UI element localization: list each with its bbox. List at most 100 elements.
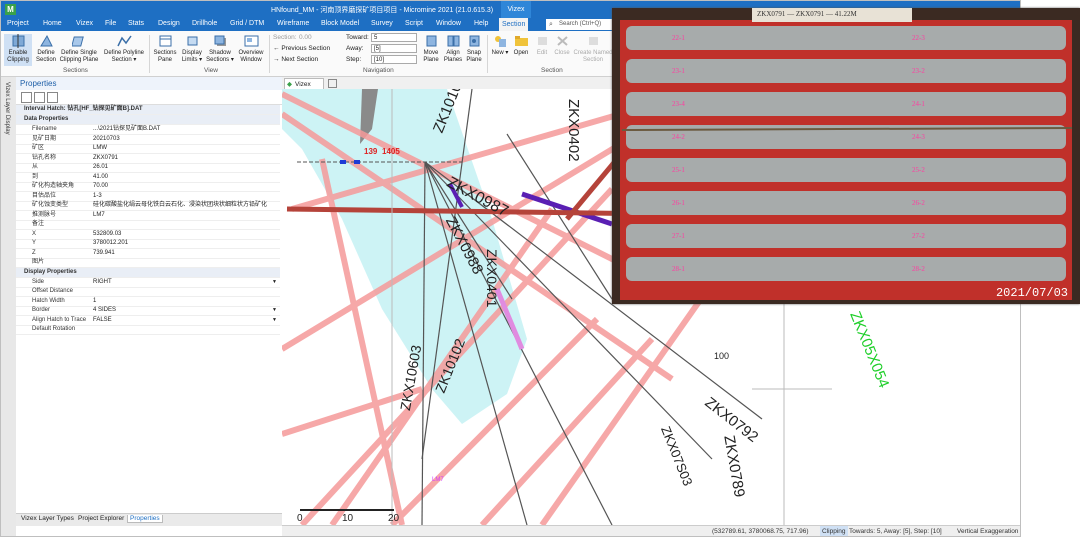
menu-survey[interactable]: Survey [371, 20, 393, 27]
property-value[interactable]: 1 [93, 297, 96, 306]
close-section-button[interactable]: Close [552, 34, 572, 57]
edit-section-button[interactable]: Edit [532, 34, 552, 57]
new-section-button[interactable]: New ▾ [490, 34, 510, 57]
tab-vizex-view[interactable]: ◆ Vizex [284, 78, 324, 89]
clipping-status[interactable]: Clipping [820, 526, 848, 536]
property-value[interactable]: LMW [93, 144, 107, 153]
core-tag: 26-1 [672, 199, 685, 207]
photo-date-stamp: 2021/07/03 [995, 286, 1068, 300]
property-value[interactable]: 26.01 [93, 163, 108, 172]
property-key: Align Hatch to Trace [32, 316, 87, 323]
property-value[interactable]: 532809.03 [93, 230, 121, 239]
data-properties-section[interactable]: Data Properties [16, 115, 280, 126]
property-value[interactable]: FALSE [93, 316, 112, 325]
tab-properties[interactable]: Properties [127, 515, 163, 523]
define-polyline-section-label: Define Polyline Section ▾ [103, 50, 145, 63]
step-input[interactable]: [10] [371, 55, 417, 64]
property-value[interactable]: ZKX0791 [93, 154, 118, 163]
chevron-down-icon[interactable]: ▼ [272, 306, 277, 315]
property-value[interactable]: 3780012.201 [93, 239, 128, 248]
property-key: X [32, 230, 37, 237]
define-section-button[interactable]: Define Section [34, 34, 58, 64]
menu-drillhole[interactable]: Drillhole [192, 20, 217, 27]
enable-clipping-label: Enable Clipping [7, 50, 29, 63]
property-value[interactable]: LM7 [93, 211, 105, 220]
property-value[interactable]: 1-3 [93, 192, 102, 201]
move-plane-button[interactable]: Move Plane [420, 34, 442, 64]
properties-toolbar [16, 90, 282, 105]
property-value[interactable]: 硅化碳酸盐化绢云母化铁白云石化、浸染状团块状细粒状方铅矿化 [93, 201, 267, 210]
core-tag: 25-1 [672, 166, 685, 174]
create-named-section-label: Create Named Section [573, 50, 613, 63]
vizex-layer-display-strip[interactable]: Vizex Layer Display [1, 77, 17, 536]
clipping-icon [12, 34, 24, 48]
viewport-tab-extra-icon[interactable] [328, 79, 337, 88]
menu-vizex[interactable]: Vizex [76, 20, 93, 27]
clipping-plane-icon [71, 36, 84, 47]
toward-input[interactable]: 5 [371, 33, 417, 42]
menu-design[interactable]: Design [158, 20, 180, 27]
display-limits-button[interactable]: Display Limits ▾ [178, 34, 206, 64]
property-row[interactable]: Default Rotation [16, 325, 280, 336]
property-key: 从 [32, 164, 39, 170]
enable-clipping-button[interactable]: Enable Clipping [4, 34, 32, 66]
property-value[interactable]: ...\2021钻探见矿面B.DAT [93, 125, 160, 134]
menu-block-model[interactable]: Block Model [321, 20, 359, 27]
property-value[interactable]: 41.00 [93, 173, 108, 182]
status-bar: (532789.61, 3780068.75, 717.96) Clipping… [282, 525, 1020, 536]
menu-script[interactable]: Script [405, 20, 423, 27]
display-properties-section[interactable]: Display Properties [16, 267, 280, 278]
property-value[interactable]: 4 SIDES [93, 306, 116, 315]
core-row [626, 257, 1066, 281]
menu-section[interactable]: Section [499, 18, 529, 31]
next-section-button[interactable]: → Next Section [273, 56, 318, 63]
chevron-down-icon[interactable]: ▼ [272, 278, 277, 287]
property-value[interactable]: 20210703 [93, 135, 120, 144]
menu-stats[interactable]: Stats [128, 20, 144, 27]
chevron-down-icon[interactable]: ▼ [272, 316, 277, 325]
shadow-sections-button[interactable]: Shadow Sections ▾ [205, 34, 235, 64]
sections-pane-button[interactable]: Sections Pane [151, 34, 179, 64]
menu-help[interactable]: Help [474, 20, 488, 27]
collar-marker [354, 160, 360, 164]
align-planes-button[interactable]: Align Planes [442, 34, 464, 64]
property-pages-icon[interactable] [47, 92, 58, 103]
snap-plane-button[interactable]: Snap Plane [464, 34, 484, 64]
define-polyline-section-button[interactable]: Define Polyline Section ▾ [101, 34, 147, 64]
scale-label: 0 [297, 513, 303, 524]
menu-grid-dtm[interactable]: Grid / DTM [230, 20, 264, 27]
micromine-app-icon[interactable]: M [5, 4, 16, 15]
menu-wireframe[interactable]: Wireframe [277, 20, 309, 27]
tab-vizex-layer-types[interactable]: Vizex Layer Types [19, 515, 76, 522]
overview-window-button[interactable]: Overview Window [236, 34, 266, 64]
navigation-group-label: Navigation [363, 67, 394, 74]
menu-home[interactable]: Home [43, 20, 62, 27]
polyline-section-icon [116, 35, 132, 47]
property-object-row[interactable]: Interval Hatch: 钻孔[HF_钻探见矿面B].DAT [16, 105, 280, 116]
create-named-section-button[interactable]: Create Named Section [573, 34, 613, 64]
open-section-button[interactable]: Open [511, 34, 531, 57]
menu-file[interactable]: File [105, 20, 116, 27]
core-row [626, 26, 1066, 50]
overview-window-icon [244, 35, 258, 47]
shadow-sections-icon [214, 35, 226, 46]
context-tab-vizex[interactable]: Vizex [501, 1, 531, 18]
core-tag: 24-3 [912, 133, 925, 141]
section-field-value[interactable]: 0.00 [299, 34, 312, 41]
property-key: Default Rotation [32, 326, 76, 332]
vertical-exaggeration[interactable]: Vertical Exaggeration [957, 526, 1018, 536]
property-key: 钻孔名称 [32, 154, 57, 161]
menu-project[interactable]: Project [7, 20, 29, 27]
menu-window[interactable]: Window [436, 20, 461, 27]
alphabetical-icon[interactable] [34, 92, 45, 103]
property-value[interactable]: 739.941 [93, 249, 115, 258]
property-value[interactable]: 70.00 [93, 182, 108, 191]
property-key: Y [32, 240, 37, 246]
property-key: 矿化构造轴夹角 [32, 183, 75, 189]
define-single-clipping-plane-button[interactable]: Define Single Clipping Plane [59, 34, 99, 64]
categorized-icon[interactable] [21, 92, 32, 103]
tab-project-explorer[interactable]: Project Explorer [76, 515, 126, 522]
previous-section-button[interactable]: ← Previous Section [273, 45, 330, 52]
property-value[interactable]: RIGHT [93, 278, 112, 287]
away-input[interactable]: [5] [371, 44, 417, 53]
